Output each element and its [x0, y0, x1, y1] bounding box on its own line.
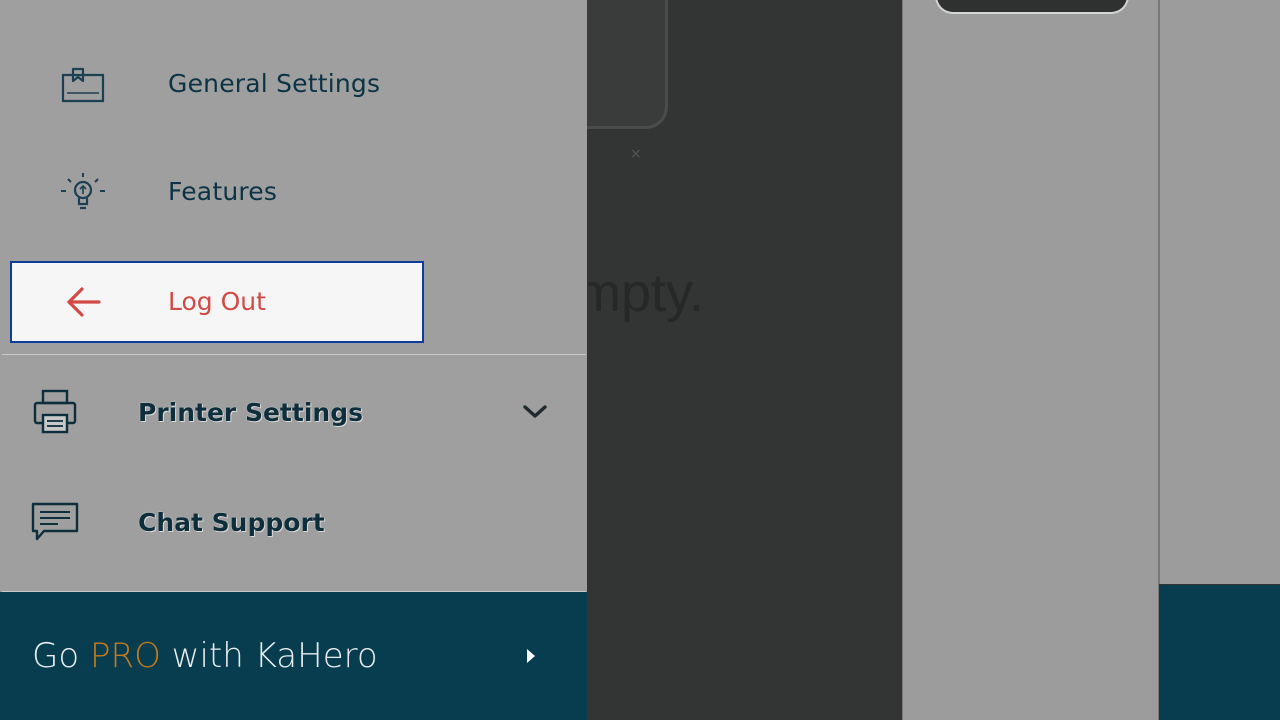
background-footer: [1159, 585, 1280, 720]
menu-item-printer-settings[interactable]: Printer Settings: [2, 357, 586, 467]
menu-item-features[interactable]: Features: [0, 138, 586, 246]
navigation-drawer: General Settings Features Log Out Printe…: [0, 0, 587, 720]
go-pro-text: Go PRO with KaHero: [32, 592, 378, 720]
empty-message-text: mpty.: [588, 263, 704, 323]
background-panel: [902, 0, 1159, 720]
background-panel-tab: [935, 0, 1129, 14]
menu-item-label: Printer Settings: [138, 398, 363, 427]
lightbulb-icon: [58, 168, 108, 218]
menu-item-label: Features: [168, 177, 278, 206]
menu-item-label: General Settings: [168, 69, 381, 98]
go-pro-banner[interactable]: Go PRO with KaHero: [0, 592, 587, 720]
menu-item-label: Chat Support: [138, 508, 325, 537]
go-pro-suffix: with KaHero: [160, 636, 378, 676]
empty-illustration: [587, 0, 668, 129]
go-pro-highlight: PRO: [89, 636, 161, 676]
background-side-panel: [1159, 0, 1280, 584]
empty-message: mpty.: [588, 262, 728, 332]
empty-close-glyph: ×: [630, 146, 642, 162]
logout-button[interactable]: Log Out: [10, 261, 424, 343]
settings-folder-icon: [58, 60, 108, 110]
arrow-left-icon: [62, 280, 106, 324]
caret-right-icon: [519, 644, 543, 668]
chat-bubble-icon: [28, 495, 82, 549]
menu-item-chat-support[interactable]: Chat Support: [2, 467, 586, 577]
chevron-down-icon[interactable]: [520, 397, 550, 427]
go-pro-prefix: Go: [32, 636, 90, 676]
secondary-menu: Printer Settings Chat Support: [2, 354, 586, 592]
logout-label: Log Out: [168, 287, 266, 316]
menu-item-general-settings[interactable]: General Settings: [0, 30, 586, 138]
printer-icon: [28, 385, 82, 439]
